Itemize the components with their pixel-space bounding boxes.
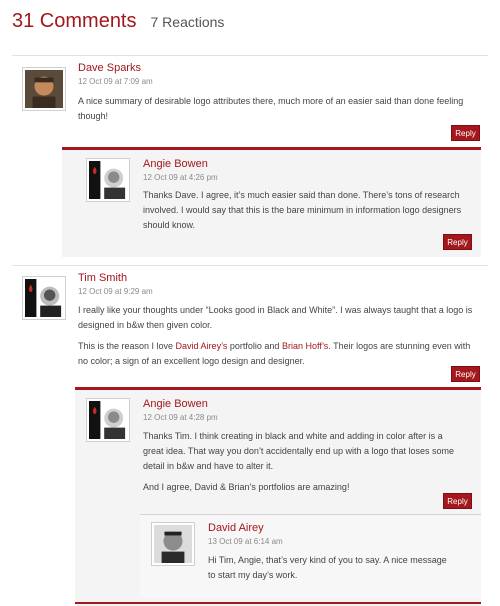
reply-button[interactable]: Reply (451, 366, 480, 382)
comment-paragraph: Thanks Tim. I think creating in black an… (143, 431, 455, 471)
comment-date[interactable]: 12 Oct 09 at 4:26 pm (143, 173, 218, 182)
fuel-logo-avatar-icon (89, 401, 127, 439)
fuel-logo-avatar-icon (89, 161, 127, 199)
comment-author[interactable]: Angie Bowen (143, 398, 208, 410)
comments-header: 31 Comments 7 Reactions (12, 10, 224, 33)
avatar[interactable] (22, 67, 66, 111)
comment-body: Thanks Tim. I think creating in black an… (143, 429, 463, 501)
comment-author[interactable]: Angie Bowen (143, 158, 208, 170)
person-photo-icon (154, 525, 192, 563)
comment-paragraph: And I agree, David & Brian’s portfolios … (143, 482, 350, 492)
avatar[interactable] (22, 276, 66, 320)
comment-date[interactable]: 12 Oct 09 at 9:29 am (78, 287, 153, 296)
comment-body: Hi Tim, Angie, that’s very kind of you t… (208, 553, 453, 589)
comment-date[interactable]: 12 Oct 09 at 7:09 am (78, 77, 153, 86)
comment-date[interactable]: 12 Oct 09 at 4:28 pm (143, 413, 218, 422)
comment-paragraph: Thanks Dave. I agree, it’s much easier s… (143, 190, 462, 230)
reply-button[interactable]: Reply (451, 125, 480, 141)
comment-body: I really like your thoughts under “Looks… (78, 303, 473, 375)
person-photo-icon (25, 70, 63, 108)
text-fragment: This is the reason I love (78, 341, 176, 351)
link-brian-hoff[interactable]: Brian Hoff’s (282, 341, 328, 351)
comment-paragraph: A nice summary of desirable logo attribu… (78, 96, 464, 121)
comment-author[interactable]: Tim Smith (78, 272, 127, 284)
comment-author[interactable]: Dave Sparks (78, 62, 141, 74)
reply-button[interactable]: Reply (443, 234, 472, 250)
comment-count: 31 Comments (12, 10, 137, 32)
section-divider (75, 602, 481, 604)
comment-body: A nice summary of desirable logo attribu… (78, 94, 473, 130)
comment-date[interactable]: 13 Oct 09 at 6:14 am (208, 537, 283, 546)
fuel-logo-avatar-icon (25, 279, 63, 317)
avatar[interactable] (86, 398, 130, 442)
comment-author[interactable]: David Airey (208, 522, 264, 534)
link-david-airey[interactable]: David Airey’s (176, 341, 228, 351)
comment-body: Thanks Dave. I agree, it’s much easier s… (143, 188, 463, 239)
reply-button[interactable]: Reply (443, 493, 472, 509)
avatar[interactable] (151, 522, 195, 566)
text-fragment: portfolio and (227, 341, 282, 351)
comment-paragraph: Hi Tim, Angie, that’s very kind of you t… (208, 555, 447, 580)
comment-paragraph: This is the reason I love David Airey’s … (78, 339, 473, 369)
reactions-count[interactable]: 7 Reactions (151, 14, 225, 30)
avatar[interactable] (86, 158, 130, 202)
comment-paragraph: I really like your thoughts under “Looks… (78, 305, 473, 330)
